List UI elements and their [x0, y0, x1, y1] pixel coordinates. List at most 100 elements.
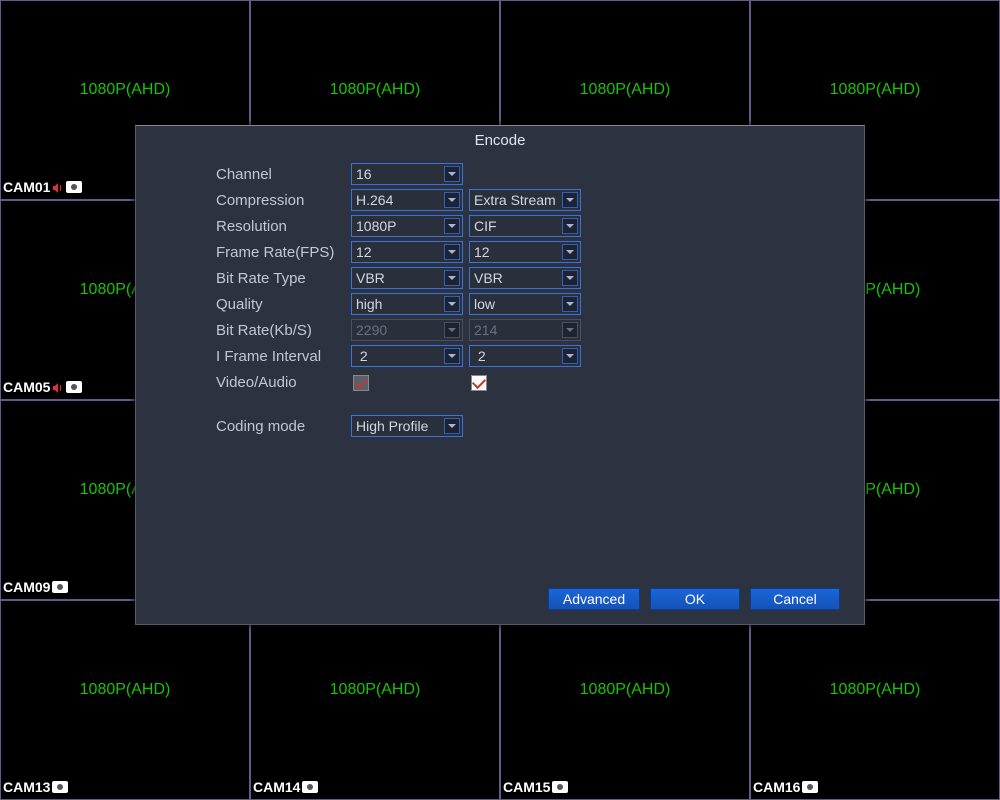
chevron-down-icon	[444, 322, 460, 338]
compression-extra-select[interactable]: Extra Stream	[469, 189, 581, 211]
ok-button[interactable]: OK	[650, 588, 740, 610]
label-bitrate: Bit Rate(Kb/S)	[216, 322, 351, 339]
fps-extra-select[interactable]: 12	[469, 241, 581, 263]
camera-label: CAM16	[753, 779, 818, 795]
resolution-label: 1080P(AHD)	[501, 681, 749, 699]
compression-main-value: H.264	[356, 192, 393, 208]
resolution-label: 1080P(AHD)	[501, 81, 749, 99]
brtype-main-select[interactable]: VBR	[351, 267, 463, 289]
camera-label: CAM15	[503, 779, 568, 795]
record-icon	[66, 381, 82, 393]
camera-label: CAM13	[3, 779, 68, 795]
label-compression: Compression	[216, 192, 351, 209]
iframe-extra-value: 2	[478, 348, 486, 364]
label-channel: Channel	[216, 166, 351, 183]
chevron-down-icon	[562, 296, 578, 312]
camera-name: CAM05	[3, 379, 50, 395]
chevron-down-icon	[444, 296, 460, 312]
chevron-down-icon	[444, 348, 460, 364]
camera-name: CAM09	[3, 579, 50, 595]
camera-name: CAM01	[3, 179, 50, 195]
camera-name: CAM16	[753, 779, 800, 795]
label-coding: Coding mode	[216, 418, 351, 435]
quality-main-select[interactable]: high	[351, 293, 463, 315]
encode-dialog: Encode Channel 16 Compression H.264 Extr…	[135, 125, 865, 625]
chevron-down-icon	[562, 322, 578, 338]
resolution-label: 1080P(AHD)	[251, 81, 499, 99]
label-va: Video/Audio	[216, 374, 351, 391]
audio-icon	[52, 381, 64, 393]
resolution-extra-value: CIF	[474, 218, 497, 234]
record-icon	[52, 581, 68, 593]
chevron-down-icon	[444, 218, 460, 234]
record-icon	[52, 781, 68, 793]
chevron-down-icon	[562, 218, 578, 234]
record-icon	[802, 781, 818, 793]
advanced-button[interactable]: Advanced	[548, 588, 640, 610]
va-extra-checkbox[interactable]	[471, 375, 487, 391]
chevron-down-icon	[444, 166, 460, 182]
label-resolution: Resolution	[216, 218, 351, 235]
camera-label: CAM05	[3, 379, 82, 395]
camera-cell[interactable]: 1080P(AHD) CAM15	[500, 600, 750, 800]
label-quality: Quality	[216, 296, 351, 313]
bitrate-extra-select[interactable]: 214	[469, 319, 581, 341]
camera-label: CAM14	[253, 779, 318, 795]
resolution-main-select[interactable]: 1080P	[351, 215, 463, 237]
chevron-down-icon	[444, 418, 460, 434]
dialog-buttons: Advanced OK Cancel	[548, 588, 840, 610]
camera-name: CAM15	[503, 779, 550, 795]
camera-name: CAM14	[253, 779, 300, 795]
chevron-down-icon	[444, 192, 460, 208]
record-icon	[552, 781, 568, 793]
cancel-button[interactable]: Cancel	[750, 588, 840, 610]
chevron-down-icon	[444, 244, 460, 260]
label-iframe: I Frame Interval	[216, 348, 351, 365]
audio-icon	[52, 181, 64, 193]
chevron-down-icon	[562, 270, 578, 286]
resolution-label: 1080P(AHD)	[751, 81, 999, 99]
coding-mode-value: High Profile	[356, 418, 428, 434]
va-main-checkbox[interactable]	[353, 375, 369, 391]
iframe-main-select[interactable]: 2	[351, 345, 463, 367]
chevron-down-icon	[562, 244, 578, 260]
camera-name: CAM13	[3, 779, 50, 795]
iframe-main-value: 2	[360, 348, 368, 364]
label-brtype: Bit Rate Type	[216, 270, 351, 287]
bitrate-extra-value: 214	[474, 322, 497, 338]
iframe-extra-select[interactable]: 2	[469, 345, 581, 367]
channel-select[interactable]: 16	[351, 163, 463, 185]
chevron-down-icon	[562, 192, 578, 208]
brtype-extra-value: VBR	[474, 270, 503, 286]
fps-main-select[interactable]: 12	[351, 241, 463, 263]
bitrate-main-select[interactable]: 2290	[351, 319, 463, 341]
fps-extra-value: 12	[474, 244, 490, 260]
channel-value: 16	[356, 166, 372, 182]
camera-label: CAM01	[3, 179, 82, 195]
chevron-down-icon	[444, 270, 460, 286]
camera-cell[interactable]: 1080P(AHD) CAM14	[250, 600, 500, 800]
encode-form: Channel 16 Compression H.264 Extra Strea…	[136, 153, 864, 439]
coding-mode-select[interactable]: High Profile	[351, 415, 463, 437]
brtype-extra-select[interactable]: VBR	[469, 267, 581, 289]
record-icon	[66, 181, 82, 193]
label-fps: Frame Rate(FPS)	[216, 244, 351, 261]
resolution-label: 1080P(AHD)	[1, 681, 249, 699]
fps-main-value: 12	[356, 244, 372, 260]
camera-label: CAM09	[3, 579, 68, 595]
chevron-down-icon	[562, 348, 578, 364]
camera-cell[interactable]: 1080P(AHD)CAM16	[750, 600, 1000, 800]
quality-extra-value: low	[474, 296, 495, 312]
bitrate-main-value: 2290	[356, 322, 387, 338]
resolution-label: 1080P(AHD)	[1, 81, 249, 99]
record-icon	[302, 781, 318, 793]
compression-main-select[interactable]: H.264	[351, 189, 463, 211]
resolution-main-value: 1080P	[356, 218, 396, 234]
compression-extra-value: Extra Stream	[474, 192, 556, 208]
resolution-extra-select[interactable]: CIF	[469, 215, 581, 237]
camera-cell[interactable]: 1080P(AHD) CAM13	[0, 600, 250, 800]
quality-extra-select[interactable]: low	[469, 293, 581, 315]
resolution-label: 1080P(AHD)	[251, 681, 499, 699]
dialog-title: Encode	[136, 126, 864, 153]
quality-main-value: high	[356, 296, 382, 312]
